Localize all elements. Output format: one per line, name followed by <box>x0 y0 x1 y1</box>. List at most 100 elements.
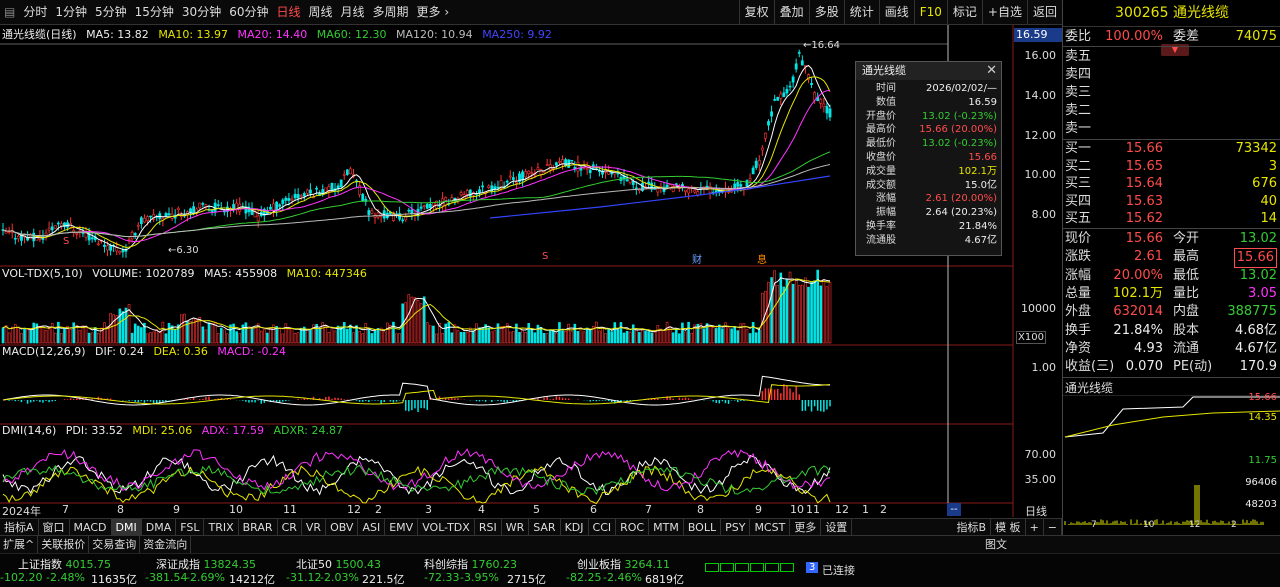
candle-body <box>761 148 763 150</box>
indicator-tab-指标a[interactable]: 指标A <box>0 519 39 536</box>
popup-row-value: 102.1万 <box>958 165 997 178</box>
indicator-tab-kdj[interactable]: KDJ <box>561 519 589 536</box>
candle-body <box>509 176 511 177</box>
index-name-row[interactable]: 上证指数 4015.75 <box>18 556 111 572</box>
close-icon[interactable]: ✕ <box>986 62 997 80</box>
tab-graphic[interactable]: 图文 <box>982 536 1010 553</box>
buy-row[interactable]: 买四 15.63 40 <box>1063 193 1280 211</box>
buy-row[interactable]: 买一 15.66 73342 <box>1063 140 1280 158</box>
indicator-tab-emv[interactable]: EMV <box>385 519 418 536</box>
indicator-tab-vr[interactable]: VR <box>302 519 326 536</box>
tab-multi-period[interactable]: 多周期 <box>369 0 413 24</box>
tab-30min[interactable]: 30分钟 <box>178 0 225 24</box>
buy-row[interactable]: 买二 15.65 3 <box>1063 158 1280 176</box>
tab-monthly[interactable]: 月线 <box>337 0 369 24</box>
sell-row[interactable]: 卖二 <box>1063 102 1280 120</box>
event-marker-xi[interactable]: 息 <box>757 251 767 266</box>
buy-qty: 676 <box>1252 175 1277 193</box>
tab-weekly[interactable]: 周线 <box>305 0 337 24</box>
overlay-button[interactable]: 叠加 <box>774 0 809 24</box>
indicator-tab-wr[interactable]: WR <box>502 519 530 536</box>
data-window-popup[interactable]: 通光线缆 ✕ 时间 2026/02/02/— 数值 16.59 开盘价 13.02 (-0… <box>855 61 1002 256</box>
indicator-tab-boll[interactable]: BOLL <box>684 519 721 536</box>
stats-button[interactable]: 统计 <box>844 0 879 24</box>
indicator-tab-cr[interactable]: CR <box>278 519 302 536</box>
indicator-tab-trix[interactable]: TRIX <box>204 519 238 536</box>
indicator-right-button[interactable]: + <box>1026 519 1044 536</box>
tab-more[interactable]: 更多 › <box>413 0 454 24</box>
candle-body <box>217 205 219 206</box>
indicator-tab-设置[interactable]: 设置 <box>821 519 852 536</box>
f10-button[interactable]: F10 <box>914 0 947 24</box>
tab-expand[interactable]: 扩展^ <box>0 536 38 553</box>
indicator-tab-vol-tdx[interactable]: VOL-TDX <box>418 519 475 536</box>
indicator-tab-dma[interactable]: DMA <box>142 519 177 536</box>
mark-button[interactable]: 标记 <box>947 0 982 24</box>
event-marker-s2[interactable]: S <box>542 251 548 262</box>
tab-trade-query[interactable]: 交易查询 <box>89 536 140 553</box>
volume-bar <box>30 330 32 343</box>
volume-bar <box>17 327 19 343</box>
event-marker-s[interactable]: S <box>63 236 69 247</box>
candle-body <box>408 210 410 211</box>
vol-ma5: MA5: 455908 <box>204 267 277 280</box>
sell-row[interactable]: 卖五 <box>1063 48 1280 66</box>
indicator-tab-macd[interactable]: MACD <box>70 519 112 536</box>
indicator-tab-mtm[interactable]: MTM <box>649 519 684 536</box>
tab-60min[interactable]: 60分钟 <box>225 0 272 24</box>
indicator-tab-obv[interactable]: OBV <box>326 519 358 536</box>
stat-row: 涨幅 20.00% 最低 13.02 <box>1063 267 1280 285</box>
index-name-row[interactable]: 科创综指 1760.23 <box>424 556 517 572</box>
indicator-right-button[interactable]: − <box>1044 519 1062 536</box>
index-value: 1500.43 <box>336 558 382 571</box>
indicator-right-button[interactable]: 指标B <box>953 519 992 536</box>
buy-row[interactable]: 买五 15.62 14 <box>1063 210 1280 228</box>
indicator-tab-brar[interactable]: BRAR <box>239 519 278 536</box>
buy-row[interactable]: 买三 15.64 676 <box>1063 175 1280 193</box>
indicator-tab-dmi[interactable]: DMI <box>112 519 142 536</box>
index-name-row[interactable]: 深证成指 13824.35 <box>156 556 256 572</box>
volume-bar <box>807 287 809 343</box>
tab-related-quotes[interactable]: 关联报价 <box>38 536 89 553</box>
indicator-tab-cci[interactable]: CCI <box>589 519 617 536</box>
index-change: -31.12 <box>286 571 321 584</box>
back-button[interactable]: 返回 <box>1027 0 1062 24</box>
stat-value: 20.00% <box>1113 267 1163 285</box>
tab-1min[interactable]: 1分钟 <box>51 0 91 24</box>
candle-body <box>193 207 195 214</box>
tab-5min[interactable]: 5分钟 <box>91 0 131 24</box>
candle-body <box>140 218 142 224</box>
indicator-tab-rsi[interactable]: RSI <box>475 519 502 536</box>
tab-fenshi[interactable]: 分时 <box>19 0 51 24</box>
volume-bar <box>134 324 136 343</box>
tab-fund-flow[interactable]: 资金流向 <box>140 536 191 553</box>
index-name-row[interactable]: 创业板指 3264.11 <box>577 556 670 572</box>
stat-label: 涨跌 <box>1065 248 1091 266</box>
multi-stock-button[interactable]: 多股 <box>809 0 844 24</box>
x-axis-label: 10 <box>790 503 804 516</box>
menu-icon[interactable]: ▤ <box>0 0 19 24</box>
indicator-tab-sar[interactable]: SAR <box>529 519 560 536</box>
indicator-tab-更多[interactable]: 更多 <box>790 519 821 536</box>
vol-tick: 10000 <box>1014 302 1056 315</box>
draw-line-button[interactable]: 画线 <box>879 0 914 24</box>
sell-row[interactable]: 卖一 <box>1063 120 1280 138</box>
tab-15min[interactable]: 15分钟 <box>131 0 178 24</box>
indicator-tab-asi[interactable]: ASI <box>358 519 385 536</box>
tab-daily[interactable]: 日线 <box>272 0 304 24</box>
index-name: 上证指数 <box>18 558 62 571</box>
sell-row[interactable]: 卖三 <box>1063 84 1280 102</box>
index-name-row[interactable]: 北证50 1500.43 <box>296 556 381 572</box>
indicator-tab-roc[interactable]: ROC <box>616 519 649 536</box>
indicator-tab-窗口[interactable]: 窗口 <box>39 519 70 536</box>
indicator-right-button[interactable]: 模 板 <box>991 519 1026 536</box>
indicator-tab-mcst[interactable]: MCST <box>750 519 790 536</box>
event-marker-cai[interactable]: 财 <box>692 251 702 266</box>
indicator-tab-psy[interactable]: PSY <box>721 519 750 536</box>
connection-status[interactable]: 已连接 <box>822 562 855 578</box>
candle-body <box>697 192 699 195</box>
indicator-tab-fsl[interactable]: FSL <box>176 519 204 536</box>
add-watchlist-button[interactable]: +自选 <box>982 0 1027 24</box>
sell-row[interactable]: 卖四 <box>1063 66 1280 84</box>
fuquan-button[interactable]: 复权 <box>739 0 774 24</box>
